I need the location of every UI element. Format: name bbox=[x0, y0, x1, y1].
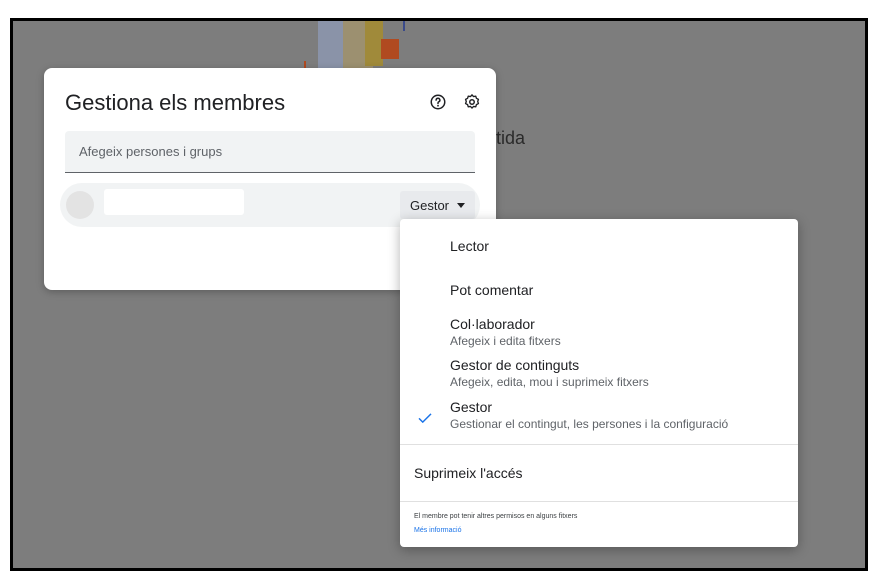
avatar bbox=[66, 191, 94, 219]
divider bbox=[400, 501, 798, 502]
menu-item-pot-comentar[interactable]: Pot comentar bbox=[400, 269, 798, 313]
menu-item-label: Lector bbox=[450, 238, 489, 254]
permissions-note: El membre pot tenir altres permisos en a… bbox=[414, 513, 578, 520]
add-people-input[interactable] bbox=[65, 131, 475, 172]
menu-item-description: Gestionar el contingut, les persones i l… bbox=[450, 417, 729, 431]
role-dropdown-button[interactable]: Gestor bbox=[400, 191, 475, 219]
menu-item-label: Col·laborador bbox=[450, 316, 535, 332]
gear-icon[interactable] bbox=[460, 90, 484, 114]
menu-item-gestor[interactable]: Gestor Gestionar el contingut, les perso… bbox=[400, 397, 798, 441]
menu-item-lector[interactable]: Lector bbox=[400, 219, 798, 263]
menu-item-description: Afegeix i edita fitxers bbox=[450, 334, 561, 348]
menu-item-description: Afegeix, edita, mou i suprimeix fitxers bbox=[450, 375, 649, 389]
learn-more-link[interactable]: Més informació bbox=[414, 527, 461, 534]
menu-item-collaborador[interactable]: Col·laborador Afegeix i edita fitxers bbox=[400, 313, 798, 355]
role-label: Gestor bbox=[409, 197, 449, 213]
check-icon bbox=[418, 413, 432, 424]
add-people-field[interactable] bbox=[65, 131, 475, 173]
remove-access-button[interactable]: Suprimeix l'accés bbox=[400, 453, 798, 495]
dialog-title: Gestiona els membres bbox=[65, 90, 286, 115]
menu-item-label: Pot comentar bbox=[450, 282, 534, 298]
menu-item-label: Gestor bbox=[450, 399, 493, 415]
member-name-redacted bbox=[104, 189, 244, 215]
remove-access-label: Suprimeix l'accés bbox=[414, 465, 523, 481]
divider bbox=[400, 444, 798, 445]
help-icon[interactable] bbox=[426, 90, 450, 114]
caret-down-icon bbox=[457, 202, 465, 208]
menu-item-label: Gestor de continguts bbox=[450, 357, 580, 373]
role-menu: Lector Pot comentar Col·laborador Afegei… bbox=[400, 219, 798, 547]
menu-item-gestor-de-continguts[interactable]: Gestor de continguts Afegeix, edita, mou… bbox=[400, 355, 798, 397]
